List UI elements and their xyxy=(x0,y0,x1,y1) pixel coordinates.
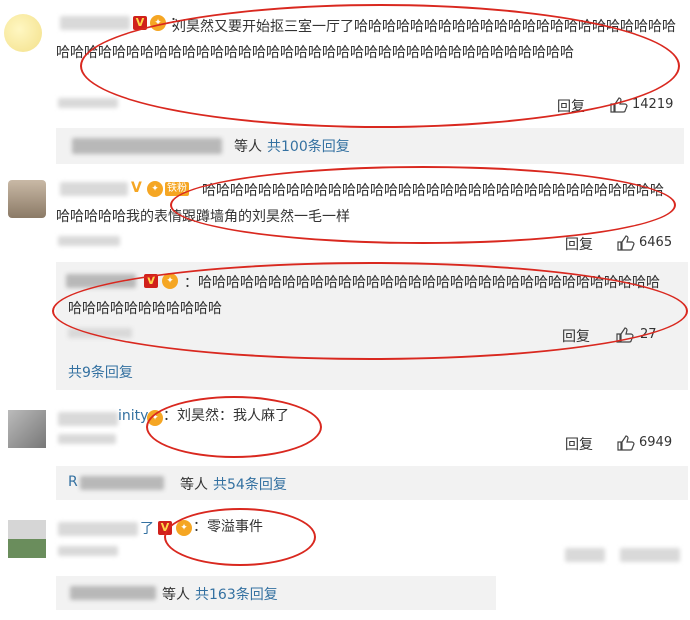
timestamp-blurred xyxy=(58,236,120,246)
actions-blurred xyxy=(620,548,680,562)
like-count: 14219 xyxy=(632,97,674,112)
username-blurred[interactable] xyxy=(58,412,118,426)
like-button[interactable]: 6465 xyxy=(617,234,687,254)
sub-reply-prefix: 等人 xyxy=(162,587,190,603)
reply-button[interactable]: 回复 xyxy=(565,234,593,254)
like-button[interactable]: 6949 xyxy=(617,434,687,454)
sub-replies-bar[interactable]: 等人 共100条回复 xyxy=(56,128,684,164)
username-blurred[interactable] xyxy=(58,522,138,536)
avatar[interactable] xyxy=(8,180,46,218)
sub-replies-bar[interactable]: R 等人 共54条回复 xyxy=(56,466,688,500)
annotation-ellipse xyxy=(52,262,688,360)
username-tail[interactable]: 了 xyxy=(140,518,154,538)
timestamp-blurred xyxy=(58,546,118,556)
sub-reply-prefix: 等人 xyxy=(180,477,208,493)
reply-user-initial: R xyxy=(68,474,78,490)
more-replies-link[interactable]: 共9条回复 xyxy=(68,362,133,382)
annotation-ellipse xyxy=(170,166,676,244)
sub-reply-count-link[interactable]: 共100条回复 xyxy=(267,136,350,156)
annotation-ellipse xyxy=(80,4,680,128)
avatar[interactable] xyxy=(8,520,46,558)
reply-user-blurred xyxy=(72,138,222,154)
avatar[interactable] xyxy=(8,410,46,448)
sub-reply-count-link[interactable]: 共54条回复 xyxy=(213,474,287,494)
sub-reply-count-link[interactable]: 共163条回复 xyxy=(195,584,278,604)
reply-user-blurred xyxy=(80,476,164,490)
timestamp-blurred xyxy=(58,434,116,444)
timestamp-blurred xyxy=(58,98,118,108)
thumbs-up-icon xyxy=(617,235,635,251)
reply-user-blurred xyxy=(70,586,156,600)
annotation-ellipse xyxy=(164,508,316,566)
annotation-ellipse xyxy=(146,396,322,458)
actions-blurred xyxy=(565,548,605,562)
reply-button[interactable]: 回复 xyxy=(565,434,593,454)
like-count: 6465 xyxy=(639,235,673,250)
sub-reply-prefix: 等人 xyxy=(234,139,262,155)
avatar[interactable] xyxy=(4,14,42,52)
username-tail[interactable]: inity xyxy=(118,408,148,424)
thumbs-up-icon xyxy=(617,435,635,451)
sub-replies-bar[interactable]: 等人 共163条回复 xyxy=(56,576,496,610)
like-count: 6949 xyxy=(639,435,673,450)
